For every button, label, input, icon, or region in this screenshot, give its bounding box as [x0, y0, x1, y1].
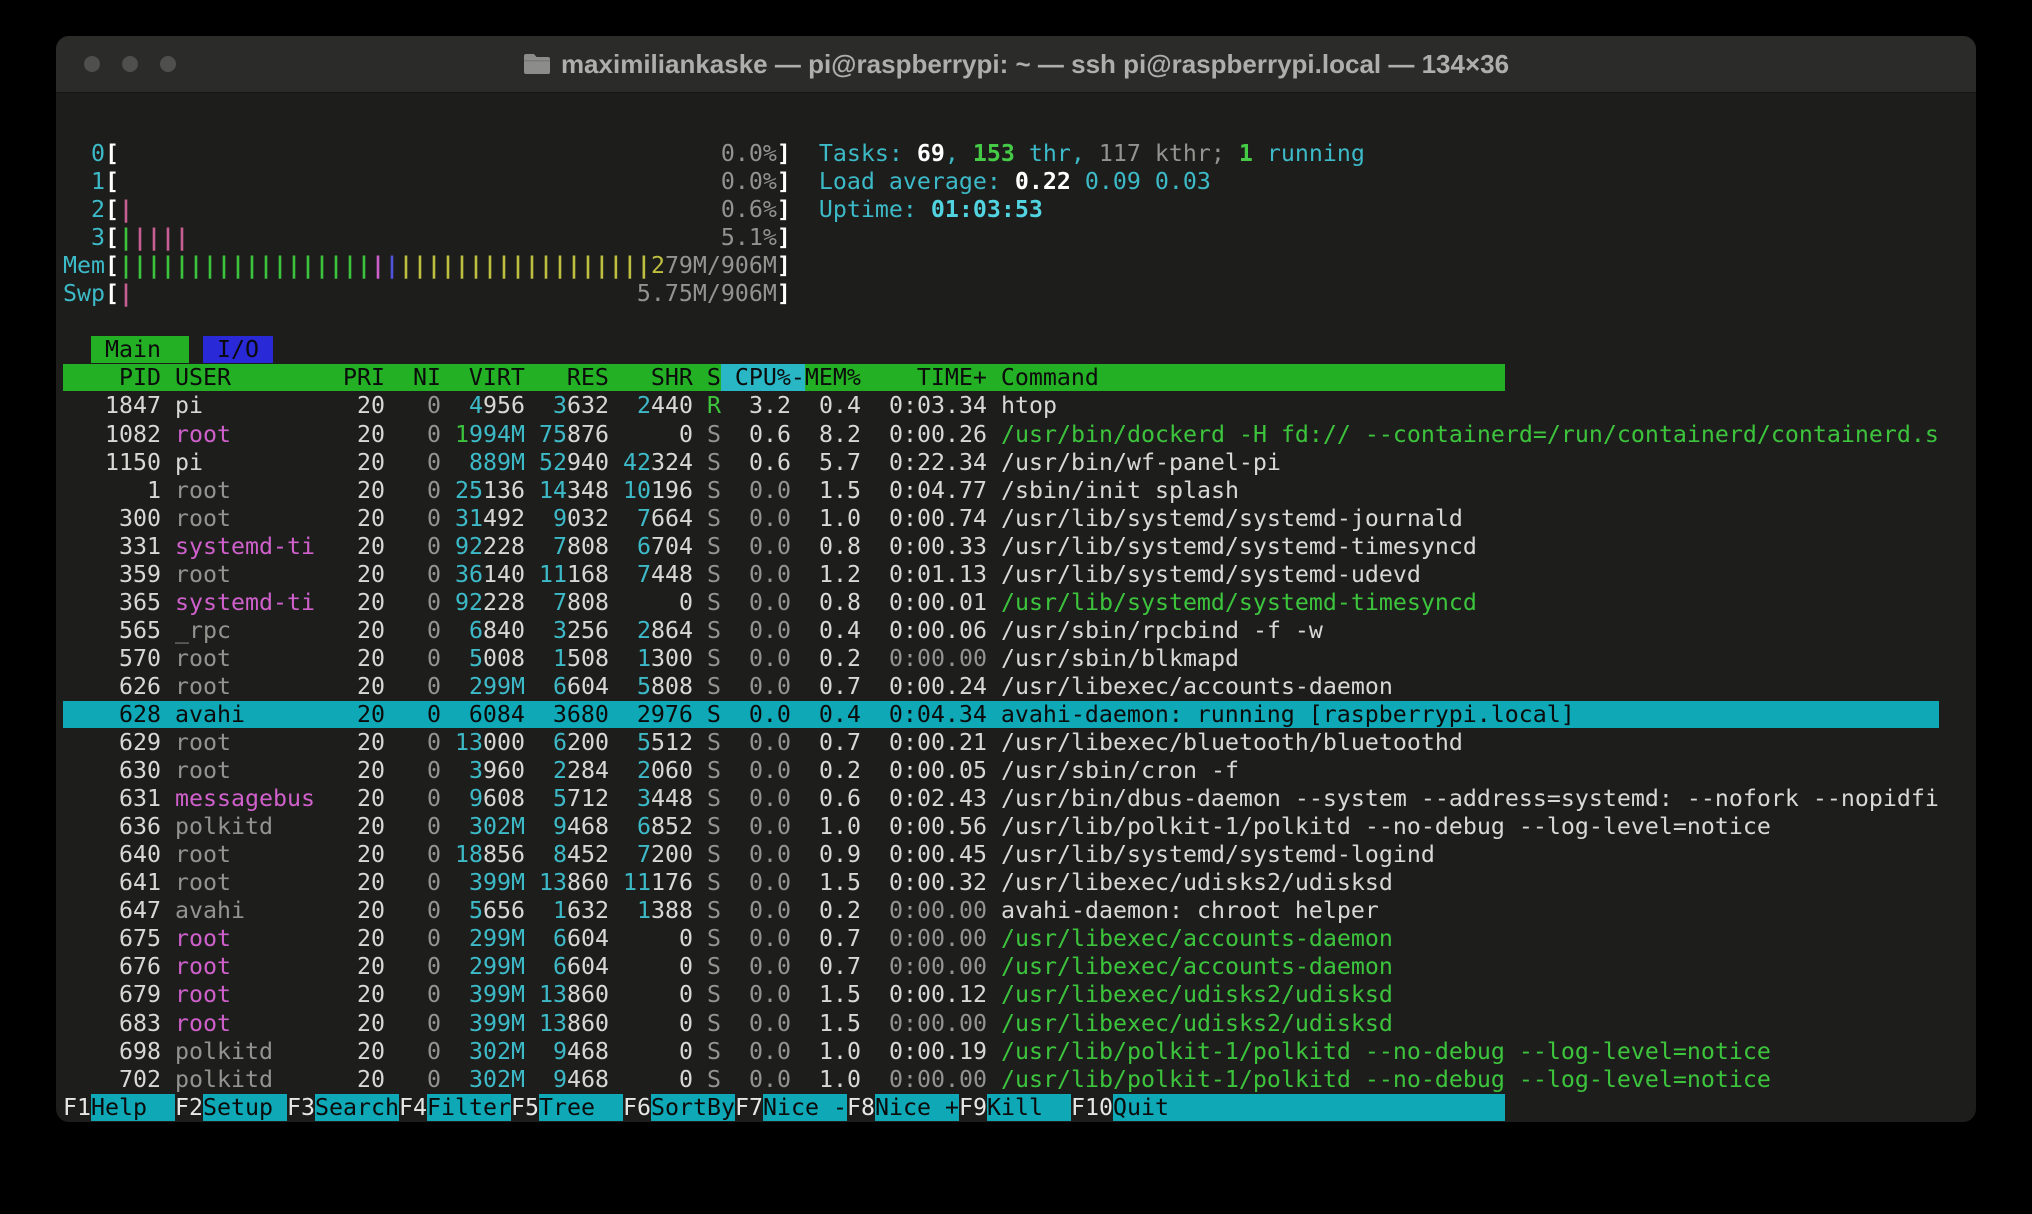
process-row[interactable]: 640 root 20 0 18856 8452 7200 S 0.0 0.9 …	[63, 841, 1939, 869]
process-row[interactable]: 702 polkitd 20 0 302M 9468 0 S 0.0 1.0 0…	[63, 1066, 1939, 1094]
window-title-text: maximiliankaske — pi@raspberrypi: ~ — ss…	[561, 49, 1509, 80]
fkey-f2-action[interactable]: Setup	[203, 1094, 287, 1121]
fkey-f9[interactable]: F9	[959, 1094, 987, 1121]
process-row[interactable]: 629 root 20 0 13000 6200 5512 S 0.0 0.7 …	[63, 729, 1939, 757]
fkey-f10[interactable]: F10	[1071, 1094, 1113, 1121]
process-row[interactable]: 647 avahi 20 0 5656 1632 1388 S 0.0 0.2 …	[63, 897, 1939, 925]
table-header[interactable]: PID USER PRI NI VIRT RES SHR S CPU%-MEM%…	[63, 364, 1939, 392]
htop-terminal[interactable]: 0[ 0.0%] Tasks: 69, 153 thr, 117 kthr; 1…	[63, 112, 1939, 1122]
process-row[interactable]: 630 root 20 0 3960 2284 2060 S 0.0 0.2 0…	[63, 757, 1939, 785]
close-button[interactable]	[84, 56, 100, 72]
fkey-f6[interactable]: F6	[623, 1094, 651, 1121]
title-bar[interactable]: maximiliankaske — pi@raspberrypi: ~ — ss…	[56, 36, 1976, 93]
process-row[interactable]: 1847 pi 20 0 4956 3632 2440 R 3.2 0.4 0:…	[63, 392, 1939, 420]
fkey-f3-action[interactable]: Search	[315, 1094, 399, 1121]
fkey-f8-action[interactable]: Nice +	[875, 1094, 959, 1121]
fkey-f10-action[interactable]: Quit	[1113, 1094, 1169, 1121]
process-row[interactable]: 1150 pi 20 0 889M 52940 42324 S 0.6 5.7 …	[63, 449, 1939, 477]
process-row[interactable]: 636 polkitd 20 0 302M 9468 6852 S 0.0 1.…	[63, 813, 1939, 841]
swap-meter: Swp[| 5.75M/906M]	[63, 280, 1939, 308]
process-row[interactable]: 1 root 20 0 25136 14348 10196 S 0.0 1.5 …	[63, 477, 1939, 505]
fkey-f7[interactable]: F7	[735, 1094, 763, 1121]
fkey-f1[interactable]: F1	[63, 1094, 91, 1121]
process-row[interactable]: 359 root 20 0 36140 11168 7448 S 0.0 1.2…	[63, 561, 1939, 589]
process-row[interactable]: 675 root 20 0 299M 6604 0 S 0.0 0.7 0:00…	[63, 925, 1939, 953]
columns-header-left[interactable]: PID USER PRI NI VIRT RES SHR S	[63, 364, 721, 391]
fkey-f3[interactable]: F3	[287, 1094, 315, 1121]
cpu-meter-1-and-load: 1[ 0.0%] Load average: 0.22 0.09 0.03	[63, 168, 1939, 196]
fkey-f5[interactable]: F5	[511, 1094, 539, 1121]
traffic-lights	[84, 56, 176, 72]
tab-io[interactable]: I/O	[203, 336, 273, 363]
fkey-f1-action[interactable]: Help	[91, 1094, 175, 1121]
process-row-selected[interactable]: 628 avahi 20 0 6084 3680 2976 S 0.0 0.4 …	[63, 701, 1939, 729]
screen: { "window": { "title": "maximiliankaske …	[0, 0, 2032, 1214]
fkey-f4[interactable]: F4	[399, 1094, 427, 1121]
process-row[interactable]: 300 root 20 0 31492 9032 7664 S 0.0 1.0 …	[63, 505, 1939, 533]
process-row[interactable]: 331 systemd-ti 20 0 92228 7808 6704 S 0.…	[63, 533, 1939, 561]
cpu-meter-2-and-uptime: 2[| 0.6%] Uptime: 01:03:53	[63, 196, 1939, 224]
process-row[interactable]: 1082 root 20 0 1994M 75876 0 S 0.6 8.2 0…	[63, 421, 1939, 449]
blank-line-top	[63, 112, 1939, 140]
process-row[interactable]: 365 systemd-ti 20 0 92228 7808 0 S 0.0 0…	[63, 589, 1939, 617]
fkey-f2[interactable]: F2	[175, 1094, 203, 1121]
process-row[interactable]: 641 root 20 0 399M 13860 11176 S 0.0 1.5…	[63, 869, 1939, 897]
process-row[interactable]: 679 root 20 0 399M 13860 0 S 0.0 1.5 0:0…	[63, 981, 1939, 1009]
columns-header-right[interactable]: MEM% TIME+ Command	[805, 364, 1099, 391]
cpu-meter-3: 3[||||| 5.1%]	[63, 224, 1939, 252]
blank-line-below-meters	[63, 308, 1939, 336]
memory-meter: Mem[||||||||||||||||||||||||||||||||||||…	[63, 252, 1939, 280]
process-row[interactable]: 683 root 20 0 399M 13860 0 S 0.0 1.5 0:0…	[63, 1010, 1939, 1038]
process-row[interactable]: 698 polkitd 20 0 302M 9468 0 S 0.0 1.0 0…	[63, 1038, 1939, 1066]
terminal-window: maximiliankaske — pi@raspberrypi: ~ — ss…	[56, 36, 1976, 1122]
minimize-button[interactable]	[122, 56, 138, 72]
process-row[interactable]: 570 root 20 0 5008 1508 1300 S 0.0 0.2 0…	[63, 645, 1939, 673]
cpu-meter-0-and-tasks: 0[ 0.0%] Tasks: 69, 153 thr, 117 kthr; 1…	[63, 140, 1939, 168]
tab-main[interactable]: Main	[91, 336, 189, 363]
fkey-f9-action[interactable]: Kill	[987, 1094, 1071, 1121]
screen-tabs: Main I/O	[63, 336, 1939, 364]
function-key-bar: F1Help F2Setup F3SearchF4FilterF5Tree F6…	[63, 1094, 1939, 1122]
window-title: maximiliankaske — pi@raspberrypi: ~ — ss…	[523, 49, 1509, 80]
fkey-f6-action[interactable]: SortBy	[651, 1094, 735, 1121]
folder-icon	[523, 52, 551, 76]
process-row[interactable]: 676 root 20 0 299M 6604 0 S 0.0 0.7 0:00…	[63, 953, 1939, 981]
process-row[interactable]: 626 root 20 0 299M 6604 5808 S 0.0 0.7 0…	[63, 673, 1939, 701]
fkey-f8[interactable]: F8	[847, 1094, 875, 1121]
zoom-button[interactable]	[160, 56, 176, 72]
fkey-f5-action[interactable]: Tree	[539, 1094, 623, 1121]
sort-column-cpu[interactable]: CPU%-	[721, 364, 805, 391]
fkey-f4-action[interactable]: Filter	[427, 1094, 511, 1121]
fkey-f7-action[interactable]: Nice -	[763, 1094, 847, 1121]
process-row[interactable]: 565 _rpc 20 0 6840 3256 2864 S 0.0 0.4 0…	[63, 617, 1939, 645]
process-row[interactable]: 631 messagebus 20 0 9608 5712 3448 S 0.0…	[63, 785, 1939, 813]
